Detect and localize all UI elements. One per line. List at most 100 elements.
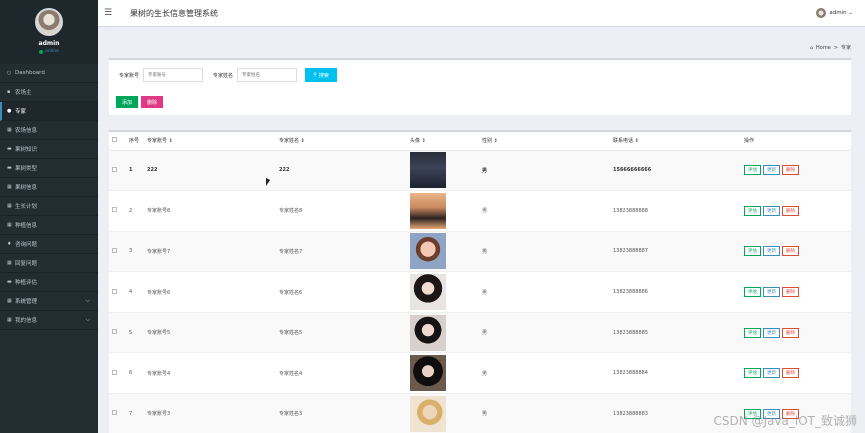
search-button[interactable]: ⚲ 搜索 (305, 68, 338, 82)
update-button[interactable]: 更新 (763, 165, 780, 176)
update-button[interactable]: 更新 (763, 368, 780, 379)
col-account[interactable]: 专家账号 ⇕ (147, 132, 279, 151)
account-label: 专家账号 (119, 72, 140, 79)
row-checkbox[interactable] (112, 247, 117, 253)
row-checkbox[interactable] (112, 207, 117, 213)
cell-phone: 13823888885 (613, 312, 744, 354)
sidebar-item-label: 农场主 (15, 90, 32, 96)
row-checkbox[interactable] (112, 329, 117, 335)
evaluate-button[interactable]: 评估 (744, 165, 761, 176)
header-username: admin ⌄ (829, 10, 853, 16)
sidebar-item[interactable]: ▦ 生长计划 (0, 197, 98, 216)
expert-photo (410, 314, 446, 351)
col-no: 序号 (129, 132, 147, 151)
sidebar-item-label: 生长计划 (15, 204, 38, 210)
update-button[interactable]: 更新 (763, 246, 780, 257)
sidebar-item[interactable]: ▬ 种植评估 (0, 273, 98, 292)
cell-gender: 男 (482, 271, 613, 313)
sidebar-item[interactable]: ▦ 农场信息 (0, 121, 98, 140)
sidebar-item-label: 系统管理 (15, 299, 38, 305)
evaluate-button[interactable]: 评估 (744, 368, 761, 379)
table-row[interactable]: 2 专家账号8 专家姓名8 男 13823888888 评估 更新 删除 (109, 190, 851, 232)
search-panel: 专家账号 专家姓名 ⚲搜索 添加 删除 (109, 58, 851, 115)
sidebar-item-label: 种植信息 (15, 223, 38, 229)
col-avatar[interactable]: 头像 ⇕ (410, 132, 482, 151)
sidebar-item[interactable]: ▦ 系统管理 ⌵ (0, 292, 98, 311)
expert-table-panel: 序号 专家账号 ⇕ 专家姓名 ⇕ 头像 ⇕ 性别 ⇕ 联系电话 ⇕ 操作 1 22… (109, 130, 851, 433)
cell-account: 专家账号5 (147, 312, 279, 354)
evaluate-button[interactable]: 评估 (744, 205, 761, 216)
sidebar-item[interactable]: ♦ 咨询问题 (0, 235, 98, 254)
evaluate-button[interactable]: 评估 (744, 327, 761, 338)
sidebar-item[interactable]: ▬ 果树知识 (0, 140, 98, 159)
expert-photo (410, 152, 446, 189)
expert-table: 序号 专家账号 ⇕ 专家姓名 ⇕ 头像 ⇕ 性别 ⇕ 联系电话 ⇕ 操作 1 22… (109, 132, 851, 433)
update-button[interactable]: 更新 (763, 287, 780, 298)
table-row[interactable]: 4 专家账号6 专家姓名6 男 13823888886 评估 更新 删除 (109, 271, 851, 313)
sidebar-item[interactable]: ▦ 种植信息 (0, 216, 98, 235)
sidebar-item[interactable]: ▦ 果树信息 (0, 178, 98, 197)
row-checkbox[interactable] (112, 369, 117, 375)
user-status: online (39, 49, 59, 54)
mouse-cursor-icon (266, 178, 270, 186)
table-row[interactable]: 1 222 222 男 15666666666 评估 更新 删除 (109, 150, 851, 192)
evaluate-button[interactable]: 评估 (744, 287, 761, 298)
sidebar-item[interactable]: ● 专家 (0, 102, 98, 121)
breadcrumb-home[interactable]: Home (816, 45, 831, 51)
cell-account: 专家账号8 (147, 190, 279, 232)
select-all-checkbox[interactable] (112, 137, 117, 143)
cell-account: 专家账号6 (147, 271, 279, 313)
update-button[interactable]: 更新 (763, 205, 780, 216)
hamburger-menu-icon[interactable]: ☰ (104, 8, 116, 18)
cell-name: 222 (279, 150, 410, 192)
col-name[interactable]: 专家姓名 ⇕ (279, 132, 410, 151)
cell-phone: 13823888886 (613, 271, 744, 313)
user-dropdown[interactable]: admin ⌄ (816, 8, 853, 18)
cell-name: 专家姓名7 (279, 231, 410, 273)
row-checkbox[interactable] (112, 288, 117, 294)
sidebar-item[interactable]: ○ Dashboard (0, 64, 98, 83)
row-checkbox[interactable] (112, 410, 117, 416)
sidebar-item[interactable]: ▪ 农场主 (0, 83, 98, 102)
user-panel: admin online (0, 0, 98, 64)
online-dot-icon (39, 49, 44, 54)
user-status-text: online (45, 49, 59, 54)
sidebar-item-label: 果树知识 (15, 147, 38, 153)
evaluate-button[interactable]: 评估 (744, 246, 761, 257)
row-delete-button[interactable]: 删除 (782, 287, 799, 298)
menu-icon: ● (7, 108, 12, 114)
col-phone[interactable]: 联系电话 ⇕ (613, 132, 744, 151)
account-search-input[interactable] (143, 68, 204, 82)
chevron-down-icon: ⌵ (85, 316, 90, 323)
add-button[interactable]: 添加 (116, 96, 138, 108)
row-delete-button[interactable]: 删除 (782, 246, 799, 257)
bulk-delete-button[interactable]: 删除 (141, 96, 163, 108)
menu-icon: ▦ (7, 184, 12, 190)
top-header: ☰ 果树的生长信息管理系统 admin ⌄ (98, 0, 865, 27)
table-row[interactable]: 5 专家账号5 专家姓名5 男 13823888885 评估 更新 删除 (109, 312, 851, 354)
cell-account: 专家账号7 (147, 231, 279, 273)
name-search-input[interactable] (237, 68, 298, 82)
update-button[interactable]: 更新 (763, 327, 780, 338)
cell-gender: 男 (482, 352, 613, 395)
row-checkbox[interactable] (112, 166, 117, 172)
sidebar-item[interactable]: ▦ 回复问题 (0, 254, 98, 273)
table-row[interactable]: 6 专家账号4 专家姓名4 男 13823888884 评估 更新 删除 (109, 352, 851, 395)
row-delete-button[interactable]: 删除 (782, 165, 799, 176)
row-delete-button[interactable]: 删除 (782, 368, 799, 379)
cell-no: 5 (129, 312, 147, 354)
cell-name: 专家姓名8 (279, 190, 410, 232)
sidebar-item[interactable]: ▦ 我的信息 ⌵ (0, 311, 98, 330)
table-header-row: 序号 专家账号 ⇕ 专家姓名 ⇕ 头像 ⇕ 性别 ⇕ 联系电话 ⇕ 操作 (109, 132, 851, 151)
cell-no: 1 (129, 150, 147, 192)
cell-name: 专家姓名4 (279, 352, 410, 395)
sidebar-item[interactable]: ▬ 果树类型 (0, 159, 98, 178)
sidebar-item-label: 果树类型 (15, 166, 38, 172)
col-gender[interactable]: 性别 ⇕ (482, 132, 613, 151)
cell-gender: 男 (482, 312, 613, 354)
menu-icon: ▦ (7, 222, 12, 228)
watermark: CSDN @Java_lOT_致诚狮 (713, 414, 858, 428)
table-row[interactable]: 3 专家账号7 专家姓名7 男 13823888887 评估 更新 删除 (109, 231, 851, 273)
row-delete-button[interactable]: 删除 (782, 327, 799, 338)
row-delete-button[interactable]: 删除 (782, 205, 799, 216)
